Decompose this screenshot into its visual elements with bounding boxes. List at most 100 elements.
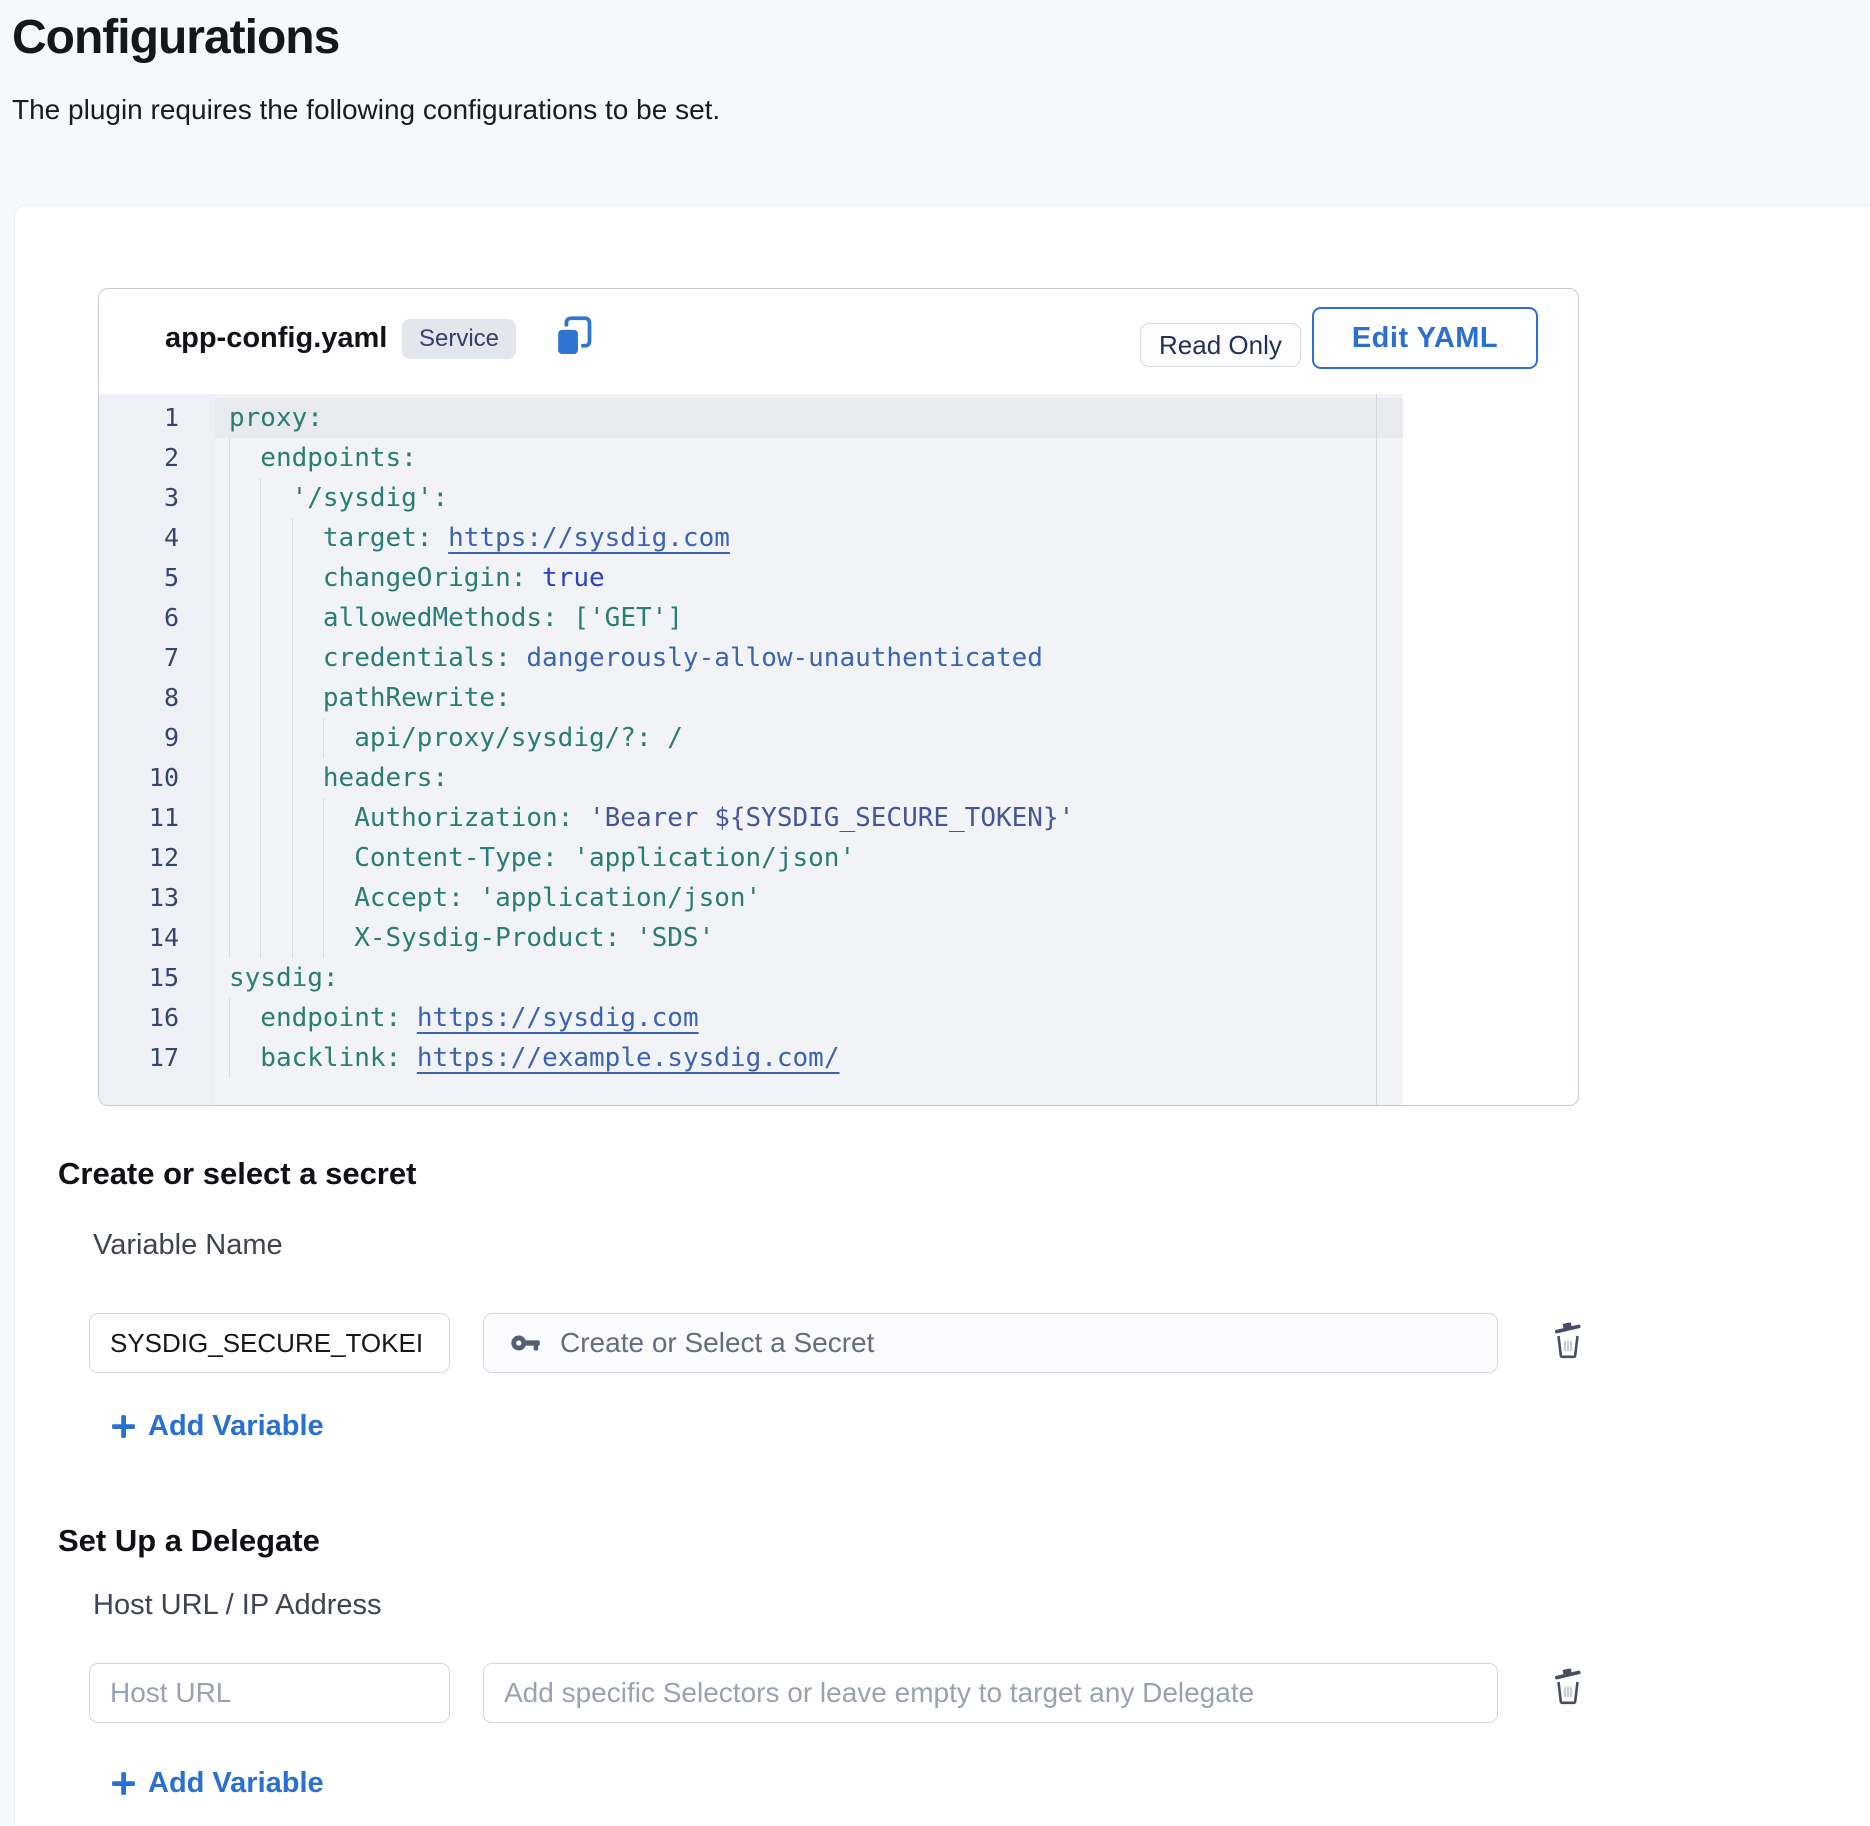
indent-guide: [229, 598, 260, 638]
code-line-content: endpoints:: [215, 438, 1403, 478]
code-line-content: proxy:: [215, 398, 1403, 438]
yaml-card-header: app-config.yaml Service Read Only Edit Y…: [99, 289, 1578, 394]
code-line: 1proxy:: [99, 398, 1403, 438]
line-number: 11: [99, 798, 215, 838]
code-line: 10 headers:: [99, 758, 1403, 798]
line-number: 3: [99, 478, 215, 518]
line-number: 6: [99, 598, 215, 638]
indent-guide: [292, 558, 323, 598]
code-line-content: pathRewrite:: [215, 678, 1403, 718]
indent-guide: [260, 558, 291, 598]
editor-scrollbar[interactable]: [1376, 394, 1377, 1106]
indent-guide: [260, 718, 291, 758]
code-line: 4 target: https://sysdig.com: [99, 518, 1403, 558]
edit-yaml-button[interactable]: Edit YAML: [1312, 307, 1538, 369]
indent-guide: [292, 678, 323, 718]
line-number: 12: [99, 838, 215, 878]
indent-guide: [292, 518, 323, 558]
code-line-content: endpoint: https://sysdig.com: [215, 998, 1403, 1038]
secret-picker-field[interactable]: Create or Select a Secret: [483, 1313, 1498, 1373]
indent-guide: [260, 838, 291, 878]
indent-guide: [292, 838, 323, 878]
code-line-content: headers:: [215, 758, 1403, 798]
host-url-input[interactable]: [89, 1663, 450, 1723]
delete-variable-button[interactable]: [1546, 1318, 1590, 1362]
code-line: 16 endpoint: https://sysdig.com: [99, 998, 1403, 1038]
code-line-content: changeOrigin: true: [215, 558, 1403, 598]
code-line: 15sysdig:: [99, 958, 1403, 998]
indent-guide: [229, 878, 260, 918]
indent-guide: [292, 758, 323, 798]
indent-guide: [260, 678, 291, 718]
add-variable-link-delegate[interactable]: Add Variable: [110, 1766, 324, 1800]
plus-icon: [110, 1770, 137, 1797]
code-line: 2 endpoints:: [99, 438, 1403, 478]
code-editor[interactable]: 1proxy:2 endpoints:3 '/sysdig':4 target:…: [99, 394, 1403, 1106]
indent-guide: [323, 838, 354, 878]
variable-name-label: Variable Name: [93, 1229, 283, 1262]
indent-guide: [229, 1038, 260, 1078]
code-line-content: backlink: https://example.sysdig.com/: [215, 1038, 1403, 1078]
key-icon: [508, 1325, 544, 1361]
add-variable-label: Add Variable: [148, 1767, 324, 1800]
line-number: 1: [99, 398, 215, 438]
indent-guide: [260, 798, 291, 838]
line-number: 5: [99, 558, 215, 598]
page-header: Configurations The plugin requires the f…: [0, 0, 1870, 205]
code-line-content: X-Sysdig-Product: 'SDS': [215, 918, 1403, 958]
indent-guide: [260, 478, 291, 518]
code-lines: 1proxy:2 endpoints:3 '/sysdig':4 target:…: [99, 398, 1403, 1078]
indent-guide: [260, 758, 291, 798]
service-badge: Service: [402, 319, 516, 359]
code-line: 14 X-Sysdig-Product: 'SDS': [99, 918, 1403, 958]
indent-guide: [229, 638, 260, 678]
code-line: 8 pathRewrite:: [99, 678, 1403, 718]
variable-name-input[interactable]: [89, 1313, 450, 1373]
secret-section-heading: Create or select a secret: [58, 1156, 416, 1192]
indent-guide: [229, 558, 260, 598]
delegate-section-heading: Set Up a Delegate: [58, 1523, 320, 1559]
code-line: 12 Content-Type: 'application/json': [99, 838, 1403, 878]
indent-guide: [229, 518, 260, 558]
indent-guide: [292, 638, 323, 678]
line-number: 13: [99, 878, 215, 918]
code-line-content: sysdig:: [215, 958, 1403, 998]
line-number: 2: [99, 438, 215, 478]
line-number: 4: [99, 518, 215, 558]
code-line: 13 Accept: 'application/json': [99, 878, 1403, 918]
indent-guide: [292, 598, 323, 638]
add-variable-link-secret[interactable]: Add Variable: [110, 1409, 324, 1443]
code-line: 5 changeOrigin: true: [99, 558, 1403, 598]
indent-guide: [229, 838, 260, 878]
code-line: 11 Authorization: 'Bearer ${SYSDIG_SECUR…: [99, 798, 1403, 838]
copy-icon: [551, 315, 595, 359]
code-line-content: Content-Type: 'application/json': [215, 838, 1403, 878]
indent-guide: [229, 438, 260, 478]
delegate-selectors-input[interactable]: [483, 1663, 1498, 1723]
line-number: 10: [99, 758, 215, 798]
add-variable-label: Add Variable: [148, 1410, 324, 1443]
code-line: 17 backlink: https://example.sysdig.com/: [99, 1038, 1403, 1078]
delete-delegate-button[interactable]: [1546, 1664, 1590, 1708]
code-line-content: credentials: dangerously-allow-unauthent…: [215, 638, 1403, 678]
line-number: 7: [99, 638, 215, 678]
copy-yaml-button[interactable]: [551, 315, 595, 359]
line-number: 8: [99, 678, 215, 718]
line-number: 15: [99, 958, 215, 998]
code-line-content: Accept: 'application/json': [215, 878, 1403, 918]
indent-guide: [260, 878, 291, 918]
code-line: 7 credentials: dangerously-allow-unauthe…: [99, 638, 1403, 678]
indent-guide: [229, 678, 260, 718]
indent-guide: [292, 718, 323, 758]
indent-guide: [292, 798, 323, 838]
indent-guide: [229, 478, 260, 518]
code-line: 3 '/sysdig':: [99, 478, 1403, 518]
indent-guide: [229, 758, 260, 798]
indent-guide: [260, 638, 291, 678]
indent-guide: [323, 718, 354, 758]
indent-guide: [229, 918, 260, 958]
line-number: 9: [99, 718, 215, 758]
indent-guide: [260, 518, 291, 558]
indent-guide: [229, 798, 260, 838]
code-line-content: Authorization: 'Bearer ${SYSDIG_SECURE_T…: [215, 798, 1403, 838]
